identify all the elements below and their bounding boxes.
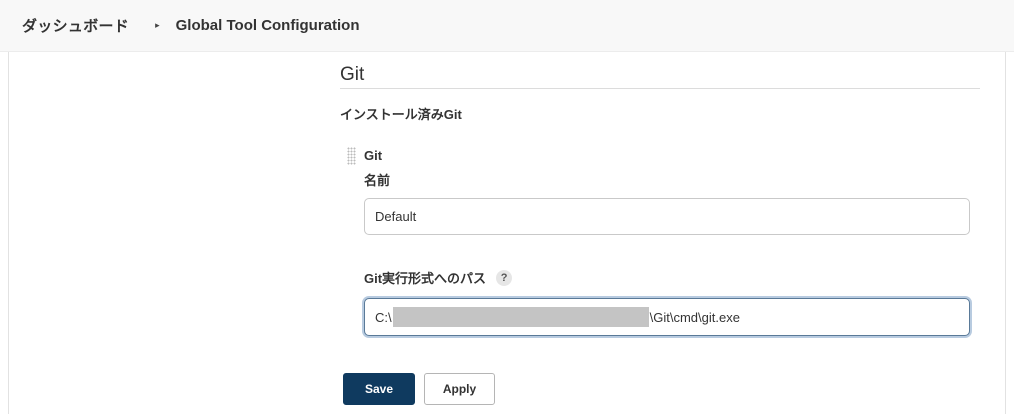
redacted-block xyxy=(392,307,649,327)
content-right-divider xyxy=(1005,52,1006,414)
installation-title: Git xyxy=(364,148,383,163)
path-label-row: Git実行形式へのパス ? xyxy=(364,268,513,287)
breadcrumb: ダッシュボード ▸ Global Tool Configuration xyxy=(0,0,1014,52)
name-input[interactable] xyxy=(364,198,970,235)
chevron-right-icon[interactable]: ▸ xyxy=(155,20,160,31)
drag-handle-icon[interactable] xyxy=(347,147,356,165)
section-title: Git xyxy=(340,64,365,85)
help-icon[interactable]: ? xyxy=(496,269,513,286)
apply-button[interactable]: Apply xyxy=(424,373,495,405)
breadcrumb-current-page[interactable]: Global Tool Configuration xyxy=(176,17,360,34)
path-suffix-text: \Git\cmd\git.exe xyxy=(649,309,740,325)
content-left-divider xyxy=(8,52,9,414)
git-path-input[interactable]: C:\ \Git\cmd\git.exe xyxy=(364,298,970,336)
path-prefix-text: C:\ xyxy=(375,309,392,325)
path-label: Git実行形式へのパス xyxy=(364,271,487,286)
section-divider xyxy=(340,88,980,89)
name-label: 名前 xyxy=(364,173,391,188)
installations-heading: インストール済みGit xyxy=(340,107,462,122)
breadcrumb-dashboard-link[interactable]: ダッシュボード xyxy=(22,15,129,36)
save-button[interactable]: Save xyxy=(343,373,415,405)
